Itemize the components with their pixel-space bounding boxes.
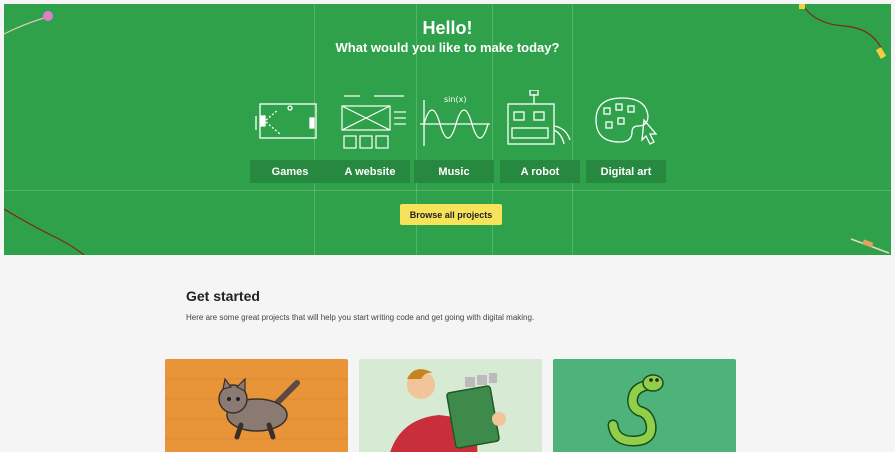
page: Hello! What would you like to make today… [4, 4, 891, 452]
get-started-intro: Here are some great projects that will h… [186, 313, 535, 322]
category-robot-button[interactable]: A robot [500, 160, 580, 183]
scratch-cat-icon [165, 377, 348, 440]
category-music-button[interactable]: Music [414, 160, 494, 183]
website-icon [341, 95, 406, 149]
browse-all-projects-button[interactable]: Browse all projects [400, 204, 502, 225]
raspberry-pi-person-icon [390, 369, 506, 452]
category-website[interactable]: A website [330, 90, 410, 190]
category-website-button[interactable]: A website [330, 160, 410, 183]
category-robot[interactable]: A robot [500, 90, 580, 190]
hero-banner: Hello! What would you like to make today… [4, 4, 891, 255]
svg-text:sin(x): sin(x) [444, 95, 466, 104]
games-icon [255, 103, 317, 139]
category-music[interactable]: sin(x) Music [414, 90, 494, 190]
hero-title: Hello! [422, 18, 473, 38]
wire-decoration-icon [4, 208, 85, 255]
python-snake-icon [607, 374, 664, 447]
python-card[interactable] [553, 359, 736, 452]
resistor-decoration-icon [850, 238, 890, 254]
get-started-heading: Get started [186, 288, 260, 304]
palette-icon [595, 97, 658, 145]
category-digital-art[interactable]: Digital art [586, 90, 666, 190]
category-digital-art-button[interactable]: Digital art [586, 160, 666, 183]
category-games-button[interactable]: Games [250, 160, 330, 183]
scratch-cat-card[interactable] [165, 359, 348, 452]
hero-subtitle: What would you like to make today? [335, 40, 560, 55]
category-games[interactable]: Games [250, 90, 330, 190]
music-icon: sin(x) [420, 95, 490, 146]
robot-icon [507, 90, 571, 145]
grid-line [4, 190, 891, 191]
raspberry-pi-card[interactable] [359, 359, 542, 452]
